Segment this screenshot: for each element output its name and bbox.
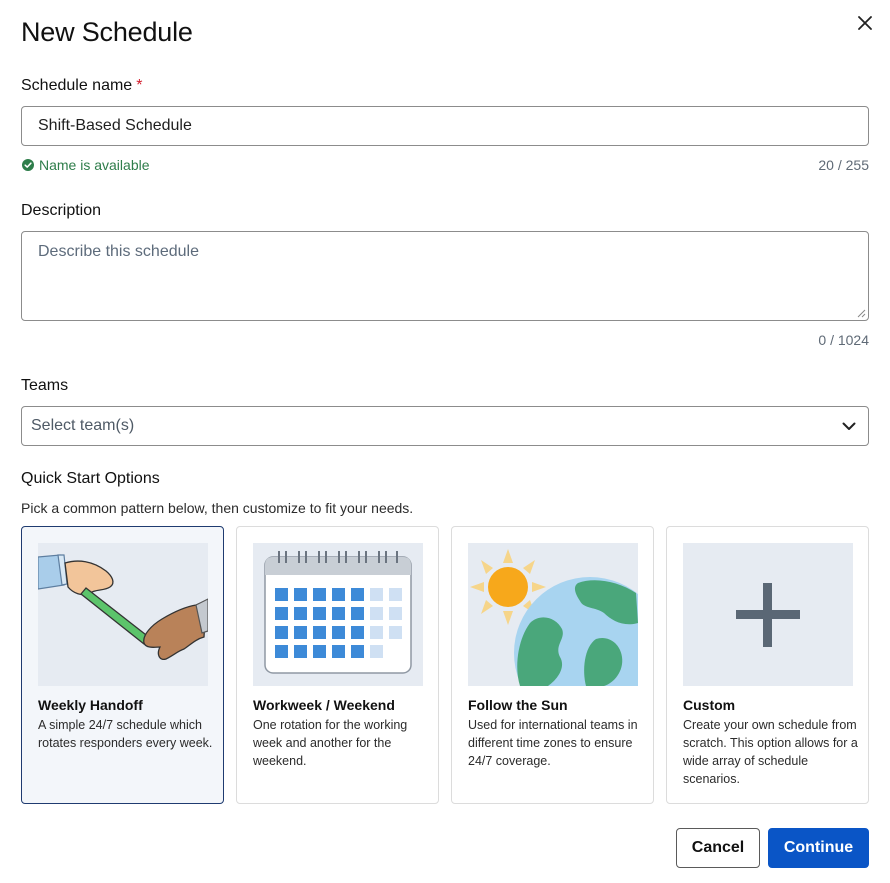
quick-start-title: Quick Start Options xyxy=(21,470,160,487)
calendar-illustration xyxy=(253,543,423,686)
option-title: Follow the Sun xyxy=(468,697,568,713)
teams-select[interactable]: Select team(s) xyxy=(21,406,869,446)
close-icon xyxy=(858,16,872,30)
name-availability-text: Name is available xyxy=(39,157,150,173)
required-marker: * xyxy=(136,77,143,94)
baton-handoff-illustration xyxy=(38,543,208,686)
option-card-custom[interactable]: Custom Create your own schedule from scr… xyxy=(666,526,869,804)
teams-select-placeholder: Select team(s) xyxy=(31,417,135,434)
option-card-workweek-weekend[interactable]: Workweek / Weekend One rotation for the … xyxy=(236,526,439,804)
option-card-weekly-handoff[interactable]: Weekly Handoff A simple 24/7 schedule wh… xyxy=(21,526,224,804)
name-availability-status: Name is available xyxy=(22,157,150,173)
quick-start-subtitle: Pick a common pattern below, then custom… xyxy=(21,500,414,516)
cancel-button[interactable]: Cancel xyxy=(676,828,760,868)
description-counter: 0 / 1024 xyxy=(818,332,869,348)
option-description: Used for international teams in differen… xyxy=(468,718,638,768)
schedule-name-label-text: Schedule name xyxy=(21,77,133,94)
description-textarea[interactable] xyxy=(21,231,869,321)
option-title: Custom xyxy=(683,697,736,713)
option-title: Workweek / Weekend xyxy=(253,697,395,713)
description-label: Description xyxy=(21,202,102,219)
chevron-down-icon xyxy=(842,422,856,430)
option-description: A simple 24/7 schedule which rotates res… xyxy=(38,718,213,750)
custom-illustration xyxy=(683,543,853,686)
continue-button[interactable]: Continue xyxy=(768,828,869,868)
option-card-follow-the-sun[interactable]: Follow the Sun Used for international te… xyxy=(451,526,654,804)
option-description: One rotation for the working week and an… xyxy=(253,718,408,768)
schedule-name-counter: 20 / 255 xyxy=(818,157,869,173)
option-title: Weekly Handoff xyxy=(38,697,143,713)
schedule-name-input[interactable] xyxy=(21,106,869,146)
teams-label: Teams xyxy=(21,377,69,394)
resize-grip-icon[interactable] xyxy=(857,309,866,318)
option-description: Create your own schedule from scratch. T… xyxy=(683,718,858,786)
check-circle-icon xyxy=(22,159,34,171)
quick-start-options: Weekly Handoff A simple 24/7 schedule wh… xyxy=(21,526,869,804)
dialog-title: New Schedule xyxy=(21,17,193,47)
sun-globe-illustration xyxy=(468,543,638,686)
close-button[interactable] xyxy=(852,10,878,36)
plus-icon xyxy=(683,543,853,686)
schedule-name-label: Schedule name * xyxy=(21,77,142,95)
